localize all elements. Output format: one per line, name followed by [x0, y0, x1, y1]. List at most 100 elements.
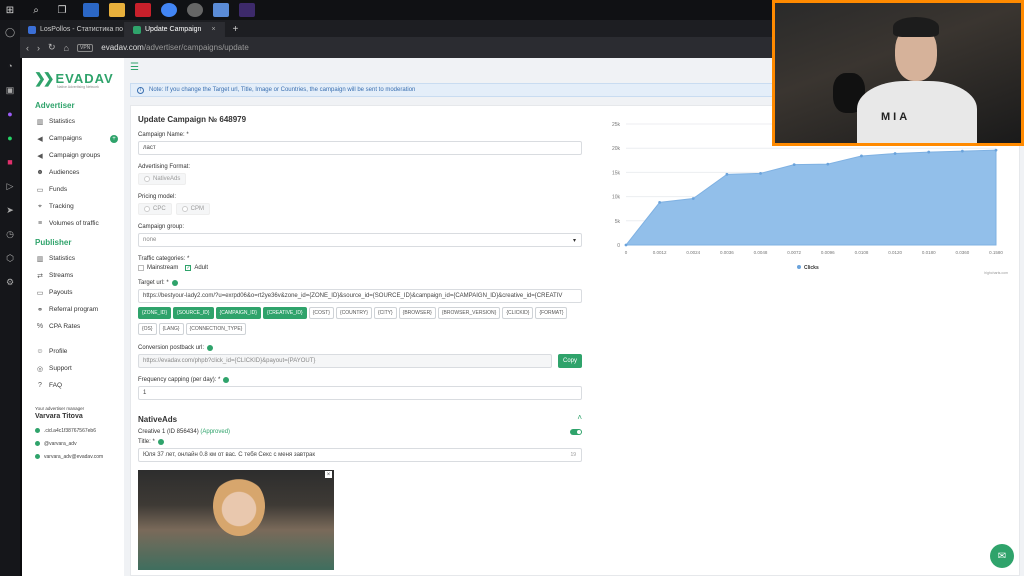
- after-effects-icon[interactable]: [239, 3, 255, 17]
- messenger-icon[interactable]: ●: [0, 102, 20, 126]
- pricing-option-cpm[interactable]: CPM: [175, 203, 211, 215]
- chrome-icon[interactable]: [161, 3, 177, 17]
- sidebar-item-profile[interactable]: ☺ Profile: [22, 343, 124, 360]
- menu-toggle-icon[interactable]: ☰: [130, 62, 139, 73]
- task-view-icon[interactable]: ❐: [52, 0, 72, 20]
- player-icon[interactable]: ▷: [0, 174, 20, 198]
- add-campaign-icon[interactable]: +: [110, 134, 118, 143]
- sidebar-item-tracking[interactable]: ⌖ Tracking: [22, 198, 124, 215]
- clicks-area: [624, 149, 997, 246]
- macro-button[interactable]: {CREATIVE_ID}: [262, 307, 307, 319]
- sidebar-item-publisher-payouts[interactable]: ▭ Payouts: [22, 284, 124, 301]
- manager-telegram[interactable]: @varvara_adv: [35, 437, 124, 450]
- close-icon[interactable]: ×: [211, 26, 215, 33]
- macro-button[interactable]: {BROWSER_VERSION}: [437, 307, 501, 319]
- macro-button[interactable]: {CONNECTION_TYPE}: [185, 323, 247, 335]
- forward-icon[interactable]: ›: [37, 43, 40, 53]
- chevron-up-icon[interactable]: ˄: [577, 413, 582, 422]
- macro-buttons: {ZONE_ID} {SOURCE_ID} {CAMPAIGN_ID} {CREATI…: [138, 307, 582, 339]
- tab-favicon-icon: [28, 25, 36, 34]
- shirt-text: MIA: [881, 111, 911, 123]
- mainstream-checkbox[interactable]: [138, 265, 144, 271]
- remove-image-icon[interactable]: ×: [325, 471, 332, 478]
- app-icon[interactable]: [187, 3, 203, 17]
- bag-icon[interactable]: ▣: [0, 78, 20, 102]
- url-field[interactable]: evadav.com/advertiser/campaigns/update: [101, 43, 249, 52]
- windows-start-icon[interactable]: ⊞: [0, 0, 20, 20]
- sidebar-item-campaigns[interactable]: ◀ Campaigns +: [22, 130, 124, 147]
- campaign-name-input[interactable]: ласт: [138, 141, 582, 155]
- tab-update-campaign[interactable]: Update Campaign ×: [125, 22, 225, 37]
- sidebar-item-faq[interactable]: ? FAQ: [22, 377, 124, 394]
- sidebar-item-publisher-cpa-rates[interactable]: % CPA Rates: [22, 318, 124, 335]
- macro-button[interactable]: {LANG}: [158, 323, 184, 335]
- new-tab-button[interactable]: +: [225, 22, 247, 37]
- sidebar-item-publisher-referral-program[interactable]: ⚭ Referral program: [22, 301, 124, 318]
- whatsapp-icon[interactable]: ●: [0, 126, 20, 150]
- campaign-group-select[interactable]: none ▾: [138, 233, 582, 247]
- reload-icon[interactable]: ↻: [48, 42, 56, 53]
- folder-icon[interactable]: [109, 3, 125, 17]
- sidebar-item-publisher-statistics[interactable]: ▥ Statistics: [22, 250, 124, 267]
- back-icon[interactable]: ‹: [26, 43, 29, 53]
- sidebar-item-volumes-of-traffic[interactable]: ≡ Volumes of traffic: [22, 215, 124, 232]
- sidebar-item-publisher-streams[interactable]: ⇄ Streams: [22, 267, 124, 284]
- sidebar-item-audiences[interactable]: ☻ Audiences: [22, 164, 124, 181]
- instagram-icon[interactable]: ■: [0, 150, 20, 174]
- tab-lospollos[interactable]: LosPollos - Статистика по: [20, 22, 125, 37]
- manager-contact: @varvara_adv: [44, 440, 77, 447]
- sidebar-item-funds[interactable]: ▭ Funds: [22, 181, 124, 198]
- postback-url-input[interactable]: https://evadav.com/phpb?click_id={CLICKI…: [138, 354, 552, 368]
- macro-button[interactable]: {CITY}: [373, 307, 397, 319]
- help-icon[interactable]: [171, 280, 178, 286]
- history-icon[interactable]: ◷: [0, 222, 20, 246]
- logo[interactable]: ❯❯ EVADAV: [22, 58, 124, 87]
- chat-button[interactable]: ✉: [990, 544, 1014, 568]
- title-input[interactable]: Юля 37 лет, онлайн 0.8 км от вас. С тебя…: [138, 448, 582, 462]
- help-icon[interactable]: [223, 377, 230, 383]
- copy-button[interactable]: Copy: [558, 354, 582, 368]
- y-tick-label: 20k: [612, 146, 621, 152]
- ad-format-option[interactable]: NativeAds: [138, 173, 187, 185]
- macro-button[interactable]: {OS}: [138, 323, 157, 335]
- manager-skype[interactable]: .cid.a4c1f38767567eb6: [35, 424, 124, 437]
- creative-info: Creative 1 (ID 856434) (Approved): [138, 429, 230, 435]
- help-icon[interactable]: [157, 439, 164, 445]
- traffic-label: Traffic categories: *: [138, 256, 190, 262]
- data-point: [792, 163, 796, 167]
- send-icon[interactable]: ➤: [0, 198, 20, 222]
- home-icon[interactable]: ⌂: [64, 43, 69, 53]
- opera-logo-icon[interactable]: ◯: [0, 20, 20, 44]
- macro-button[interactable]: {BROWSER}: [398, 307, 436, 319]
- megaphone-icon: ◀: [37, 152, 43, 160]
- opera-icon[interactable]: [135, 3, 151, 17]
- data-point: [725, 172, 729, 176]
- sidebar-item-statistics[interactable]: ▥ Statistics: [22, 113, 124, 130]
- adult-checkbox[interactable]: ✓: [185, 265, 192, 271]
- vpn-badge[interactable]: VPN: [76, 43, 94, 52]
- calculator-icon[interactable]: [213, 3, 229, 17]
- macro-button[interactable]: {CAMPAIGN_ID}: [215, 307, 261, 319]
- macro-button[interactable]: {SOURCE_ID}: [173, 307, 214, 319]
- speed-dial-icon[interactable]: ◔: [0, 54, 20, 78]
- manager-email[interactable]: varvara_adv@evadav.com: [35, 450, 124, 463]
- macro-button[interactable]: {FORMAT}: [535, 307, 568, 319]
- y-tick-label: 25k: [612, 122, 621, 128]
- macro-button[interactable]: {ZONE_ID}: [138, 307, 172, 319]
- macro-button[interactable]: {COUNTRY}: [335, 307, 372, 319]
- settings-icon[interactable]: ⚙: [0, 270, 20, 294]
- cube-icon[interactable]: ⬡: [0, 246, 20, 270]
- macro-button[interactable]: {CLICKID}: [502, 307, 534, 319]
- help-icon[interactable]: [207, 345, 214, 351]
- sidebar-item-support[interactable]: ◎ Support: [22, 360, 124, 377]
- macro-button[interactable]: {COST}: [308, 307, 334, 319]
- nativeads-section-header[interactable]: NativeAds ˄: [138, 411, 582, 424]
- taskbar-app-icon[interactable]: [83, 3, 99, 17]
- target-url-input[interactable]: https://bestyour-lady2.com/?u=exrpd06&o=…: [138, 289, 582, 303]
- sidebar-item-campaign-groups[interactable]: ◀ Campaign groups: [22, 147, 124, 164]
- creative-toggle[interactable]: [570, 429, 582, 435]
- creative-image[interactable]: ×: [138, 470, 334, 570]
- frequency-input[interactable]: 1: [138, 386, 582, 400]
- pricing-option-cpc[interactable]: CPC: [138, 203, 172, 215]
- search-icon[interactable]: ⌕: [26, 0, 46, 20]
